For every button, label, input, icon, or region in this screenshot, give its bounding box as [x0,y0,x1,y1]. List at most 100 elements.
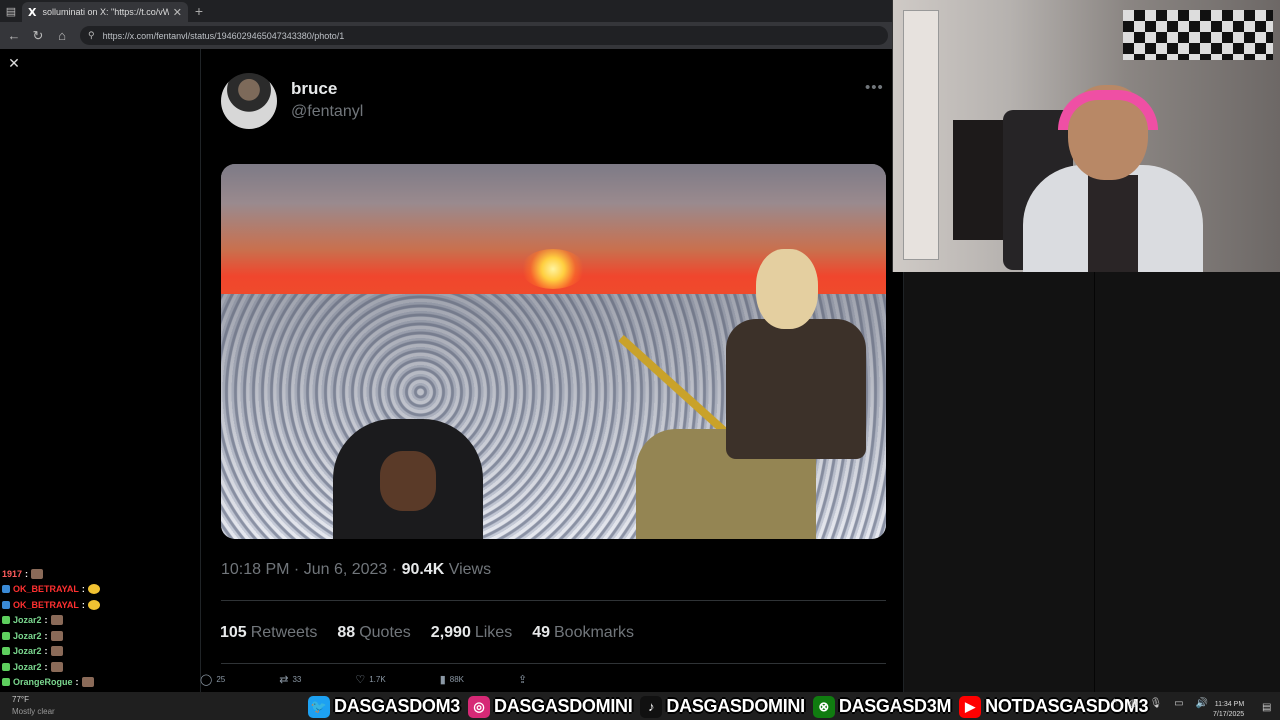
tab-close-icon[interactable]: ✕ [173,6,182,19]
chat-overlay: 1917: OK_BETRAYAL: OK_BETRAYAL: Jozar2: Joza… [2,566,200,706]
chat-badge-icon [2,647,10,656]
chat-separator: : [44,661,48,672]
photo-sun [521,249,585,289]
stat-likes[interactable]: 2,990 Likes [431,624,512,642]
clock[interactable]: 11:34 PM 7/17/2025 [1213,700,1244,720]
chat-separator: : [25,568,29,579]
url-text: https://x.com/fentanvl/status/1946029465… [102,30,345,41]
youtube-icon: ▶ [959,695,982,718]
close-icon[interactable]: ✕ [7,56,21,70]
chat-username[interactable]: Jozar2 [13,615,42,625]
chat-username[interactable]: OrangeRogue [13,677,73,687]
tab-actions-icon[interactable]: ▤ [0,0,22,22]
clock-date: 7/17/2025 [1213,711,1245,718]
photo-person-headphones [333,419,483,539]
social-xbox: ⊗ DASGASD3M [812,695,952,718]
social-handle: DASGASDOM3 [334,696,461,716]
weather-condition: Mostly clear [12,707,55,716]
chat-emote-icon [50,615,63,626]
chat-username[interactable]: 1917 [2,569,22,579]
views-button[interactable]: ▮ 88K [440,673,464,686]
chat-emote-icon [31,568,44,579]
chat-badge-icon [2,616,10,625]
retweet-button[interactable]: ⇄ 33 [279,673,301,686]
like-button[interactable]: ♡ 1.7K [355,673,385,686]
divider [221,600,886,601]
webcam-feed [892,0,1280,272]
reply-button[interactable]: ◯ 25 [200,673,225,686]
tweet-stats: 105 Retweets 88 Quotes 2,990 Likes 49 Bookma… [220,624,654,642]
chat-separator: : [44,615,48,626]
twitter-icon: 🐦 [308,695,330,718]
instagram-icon: ◎ [468,695,491,718]
back-icon[interactable]: ← [2,28,26,43]
chat-badge-icon [2,600,10,609]
url-field[interactable]: ⚲ https://x.com/fentanvl/status/19460294… [80,26,888,45]
browser-tabbar: ▤ X solluminati on X: "https://t.co/vW ✕… [0,0,892,22]
social-handle: DASGASD3M [838,696,952,716]
share-icon: ⇪ [517,674,528,686]
retweet-icon: ⇄ [279,674,289,686]
views-count: 90.4K [401,561,445,578]
tiktok-icon: ♪ [640,695,663,718]
tweet-time[interactable]: 10:18 PM · Jun 6, 2023 · [221,561,397,578]
user-handle[interactable]: @fentanyl [291,103,363,121]
chat-username[interactable]: Jozar2 [13,631,42,641]
x-logo-icon: X [28,5,37,19]
reload-icon[interactable]: ↻ [26,28,50,44]
stream-right-panel [904,272,1280,692]
chat-separator: : [81,584,85,595]
display-name[interactable]: bruce [291,79,337,99]
chat-message: Jozar2: [2,613,200,629]
tweet-column: bruce @fentanyl ••• 10:18 PM · Jun 6, 20… [200,49,904,692]
social-instagram: ◎ DASGASDOMINI [468,695,633,718]
chat-separator: : [75,677,79,688]
chat-message: Jozar2: [2,644,200,660]
display-icon[interactable]: ▭ [1174,698,1183,709]
chat-username[interactable]: OK_BETRAYAL [13,584,79,594]
social-handle: DASGASDOMINI [666,696,805,716]
stat-quotes[interactable]: 88 Quotes [337,624,410,642]
chat-username[interactable]: Jozar2 [13,662,42,672]
photo-action-bar: ◯ 25 ⇄ 33 ♡ 1.7K ▮ 88K ⇪ [200,667,700,692]
social-handle: DASGASDOMINI [494,696,633,716]
chat-emote-icon [50,661,63,672]
chat-badge-icon [2,662,10,671]
new-tab-icon[interactable]: + [188,3,210,19]
chevron-up-icon[interactable]: ^ [1112,698,1117,709]
weather-widget[interactable]: 77°F Mostly clear [12,695,55,716]
chat-badge-icon [2,678,10,687]
site-info-icon[interactable]: ⚲ [88,30,95,41]
stat-bookmarks[interactable]: 49 Bookmarks [532,624,634,642]
views-label: Views [448,561,492,578]
chat-separator: : [44,646,48,657]
mic-icon[interactable]: 🎙 [1149,698,1162,709]
avatar[interactable] [221,73,277,129]
streamer [1023,75,1203,272]
volume-icon[interactable]: 🔊 [1196,698,1208,709]
xbox-icon: ⊗ [812,695,835,718]
chat-message: Jozar2: [2,628,200,644]
weather-temp: 77°F [12,695,29,704]
chat-username[interactable]: OK_BETRAYAL [13,600,79,610]
system-tray: ^ ◍ 🎙 ▭ 🔊 [1112,698,1220,709]
tweet-photo[interactable] [221,164,886,539]
stat-retweets[interactable]: 105 Retweets [220,624,317,642]
home-icon[interactable]: ⌂ [50,28,74,43]
browser-tab[interactable]: X solluminati on X: "https://t.co/vW ✕ [22,2,188,22]
socials-banner: 🐦 DASGASDOM3 ◎ DASGASDOMINI ♪ DASGASDOMINI ⊗ DA… [308,693,1156,720]
like-icon: ♡ [355,674,366,686]
social-twitter: 🐦 DASGASDOM3 [308,695,461,718]
chat-username[interactable]: Jozar2 [13,646,42,656]
chat-emote-icon [50,646,63,657]
notifications-icon[interactable]: ▤ [1262,702,1271,713]
chat-message: Jozar2: [2,659,200,675]
network-icon[interactable]: ◍ [1129,698,1138,709]
divider [221,663,886,664]
share-button[interactable]: ⇪ [518,673,531,686]
chat-emote-icon [87,584,100,595]
chat-badge-icon [2,585,10,594]
tab-title: solluminati on X: "https://t.co/vW [42,7,169,17]
chat-message: OK_BETRAYAL: [2,597,200,613]
more-options-icon[interactable]: ••• [865,79,884,96]
